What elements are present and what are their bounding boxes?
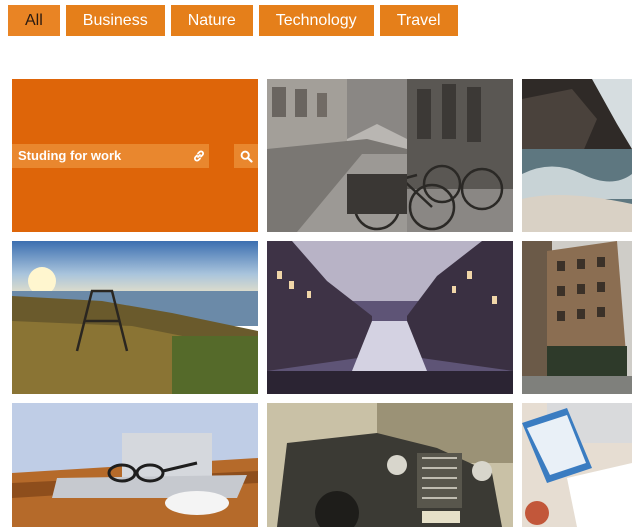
portfolio-grid: Studing for work	[12, 79, 632, 527]
portfolio-filter-bar: All Business Nature Technology Travel	[8, 5, 458, 36]
filter-travel-button[interactable]: Travel	[379, 5, 458, 36]
portfolio-item-lake-sunset-grass[interactable]	[12, 241, 258, 394]
vintage-car-photo	[267, 403, 513, 527]
search-icon	[240, 150, 253, 163]
canal-dusk-photo	[267, 241, 513, 394]
portfolio-item-title[interactable]: Studing for work	[12, 144, 209, 168]
city-building-photo	[522, 241, 632, 394]
link-icon	[193, 150, 204, 162]
portfolio-item-vintage-car-street[interactable]	[267, 403, 513, 527]
portfolio-item-desk-laptop-glasses[interactable]	[12, 403, 258, 527]
portfolio-item-canal-buildings-dusk[interactable]	[267, 241, 513, 394]
rocky-coast-photo	[522, 79, 632, 232]
zoom-button[interactable]	[234, 144, 258, 168]
filter-all-button[interactable]: All	[8, 5, 60, 36]
filter-technology-button[interactable]: Technology	[258, 5, 374, 36]
portfolio-item-city-corner-building[interactable]	[522, 241, 632, 394]
filter-business-button[interactable]: Business	[65, 5, 165, 36]
filter-nature-button[interactable]: Nature	[170, 5, 253, 36]
portfolio-item-studing-for-work[interactable]: Studing for work	[12, 79, 258, 232]
city-street-photo	[267, 79, 513, 232]
portfolio-item-rocky-coast-waves[interactable]	[522, 79, 632, 232]
desk-books-photo	[522, 403, 632, 527]
portfolio-item-city-street-bicycles[interactable]	[267, 79, 513, 232]
portfolio-item-desk-books-notebook[interactable]	[522, 403, 632, 527]
lake-sunset-photo	[12, 241, 258, 394]
desk-laptop-photo	[12, 403, 258, 527]
link-button[interactable]	[188, 144, 209, 168]
